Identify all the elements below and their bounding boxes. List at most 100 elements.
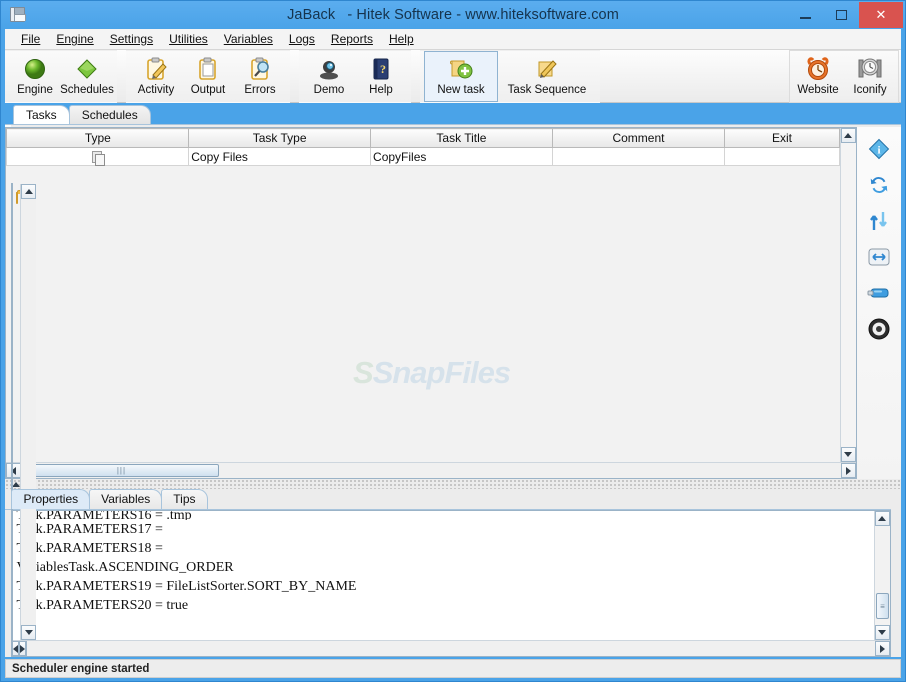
properties-vertical-scrollbar[interactable]: ≡ <box>873 511 890 640</box>
menu-item-settings[interactable]: Settings <box>102 31 161 47</box>
toolbar-group-logs: Activity Output Errors <box>126 50 290 103</box>
tree-scroll-right-button[interactable] <box>19 641 26 656</box>
toolbar-label-website: Website <box>797 84 839 96</box>
table-vertical-scrollbar[interactable] <box>839 128 856 462</box>
toolbar-button-schedules[interactable]: Schedules <box>60 51 114 102</box>
toolbar-button-demo[interactable]: Demo <box>303 51 355 102</box>
resize-horizontal-icon[interactable] <box>866 245 892 269</box>
window-title-app: JaBack <box>287 7 336 23</box>
table-row[interactable]: Copy Files CopyFiles <box>6 147 840 166</box>
property-line: Task.PARAMETERS19 = FileListSorter.SORT_… <box>16 579 357 594</box>
table-scroll-right-button[interactable] <box>840 463 856 478</box>
usb-drive-icon[interactable] <box>866 281 892 305</box>
table-scroll-down-button[interactable] <box>840 447 856 462</box>
column-header-comment[interactable]: Comment <box>551 128 726 148</box>
toolbar-button-activity[interactable]: Activity <box>130 51 182 102</box>
menu-item-utilities[interactable]: Utilities <box>161 31 216 47</box>
menu-item-help[interactable]: Help <box>381 31 422 47</box>
title-bar: JaBack - Hitek Software - www.hiteksoftw… <box>1 1 905 29</box>
menu-item-logs[interactable]: Logs <box>281 31 323 47</box>
tree-scroll-left-button[interactable] <box>12 641 19 656</box>
clipboard-magnifier-icon <box>249 55 271 83</box>
task-table[interactable]: Type Task Type Task Title Comment Exit C… <box>5 127 857 479</box>
cell-comment[interactable] <box>551 147 726 166</box>
menu-item-engine[interactable]: Engine <box>48 31 101 47</box>
cell-task-title[interactable]: CopyFiles <box>370 147 553 166</box>
green-sphere-icon <box>24 55 46 83</box>
cell-task-type[interactable]: Copy Files <box>188 147 372 166</box>
toolbar-label-activity: Activity <box>137 84 175 96</box>
clipboard-pencil-icon <box>145 55 167 83</box>
clipboard-page-icon <box>197 55 219 83</box>
task-grid[interactable]: Type Task Type Task Title Comment Exit C… <box>6 128 840 166</box>
tab-variables[interactable]: Variables <box>89 489 163 509</box>
yellow-pencil-note-icon <box>534 55 560 83</box>
cell-type[interactable] <box>6 147 190 166</box>
tree-content[interactable]: tasks CopyFiles <box>12 184 20 640</box>
minimize-button[interactable] <box>787 2 823 28</box>
table-horizontal-scrollbar[interactable]: ||| <box>6 462 856 478</box>
properties-scroll-grip: ≡ <box>880 601 885 611</box>
tree-scroll-down-button[interactable] <box>21 625 36 640</box>
properties-scroll-right-button[interactable] <box>874 641 890 656</box>
toolbar-button-website[interactable]: Website <box>792 51 844 102</box>
column-header-task-title[interactable]: Task Title <box>370 128 553 148</box>
properties-scroll-up-button[interactable] <box>874 511 890 526</box>
tab-tips[interactable]: Tips <box>161 489 208 509</box>
blue-refresh-icon[interactable] <box>866 173 892 197</box>
tasks-tree[interactable]: tasks CopyFiles <box>11 183 36 657</box>
toolbar-group-help: Demo ? Help <box>299 50 411 103</box>
toolbar-button-iconify[interactable]: Iconify <box>844 51 896 102</box>
properties-body: Task.PARAMETERS16 = .tmp Task.PARAMETERS… <box>11 510 891 657</box>
disc-icon[interactable] <box>866 317 892 341</box>
properties-text-area[interactable]: Task.PARAMETERS16 = .tmp Task.PARAMETERS… <box>12 511 890 640</box>
table-scroll-up-button[interactable] <box>840 128 856 143</box>
menu-item-file[interactable]: File <box>13 31 48 47</box>
tree-scroll-up-button[interactable] <box>21 184 36 199</box>
tree-vertical-scrollbar[interactable] <box>20 184 36 640</box>
info-diamond-icon[interactable]: i <box>866 137 892 161</box>
window-title-subtitle: - Hitek Software - www.hiteksoftware.com <box>347 7 619 23</box>
tab-properties[interactable]: Properties <box>11 489 91 509</box>
toolbar-button-task-sequence[interactable]: Task Sequence <box>498 51 596 102</box>
sort-up-down-icon[interactable] <box>866 209 892 233</box>
toolbar-label-schedules: Schedules <box>60 84 114 96</box>
window-title: JaBack - Hitek Software - www.hiteksoftw… <box>1 7 905 23</box>
toolbar-button-output[interactable]: Output <box>182 51 234 102</box>
menu-item-variables[interactable]: Variables <box>216 31 281 47</box>
property-line: VariablesTask.ASCENDING_ORDER <box>16 560 234 575</box>
table-empty-area <box>6 166 840 462</box>
properties-text[interactable]: Task.PARAMETERS16 = .tmp Task.PARAMETERS… <box>12 511 874 640</box>
close-button[interactable]: ✕ <box>859 2 903 28</box>
menu-label-reports: Reports <box>330 32 373 46</box>
tab-schedules[interactable]: Schedules <box>68 105 151 124</box>
column-header-task-type[interactable]: Task Type <box>188 128 372 148</box>
toolbar-label-new-task: New task <box>437 84 485 96</box>
menu-label-variables: Variables <box>223 32 273 46</box>
toolbar-button-help[interactable]: ? Help <box>355 51 407 102</box>
property-line: Task.PARAMETERS18 = <box>16 541 163 556</box>
toolbar-button-engine[interactable]: Engine <box>9 51 61 102</box>
details-pane: Type Task Type Task Title Comment Exit C… <box>5 125 901 657</box>
table-scroll-thumb[interactable]: ||| <box>23 464 220 477</box>
maximize-button[interactable] <box>823 2 859 28</box>
properties-scroll-down-button[interactable] <box>874 625 890 640</box>
properties-scroll-thumb[interactable]: ≡ <box>875 593 889 619</box>
toolbar-button-errors[interactable]: Errors <box>234 51 286 102</box>
cell-exit[interactable] <box>724 147 840 166</box>
tab-tasks[interactable]: Tasks <box>13 105 70 124</box>
webcam-icon <box>317 55 341 83</box>
table-scroll-grip: ||| <box>116 466 127 475</box>
toolbar-button-new-task[interactable]: New task <box>424 51 498 102</box>
properties-horizontal-scrollbar[interactable] <box>12 640 890 656</box>
content-area: Schedule Edit Refresh <box>5 125 901 657</box>
menu-item-reports[interactable]: Reports <box>323 31 381 47</box>
svg-text:?: ? <box>380 62 386 76</box>
gray-clock-icon <box>857 55 883 83</box>
blue-book-icon: ? <box>371 55 391 83</box>
column-header-type[interactable]: Type <box>6 128 190 148</box>
menu-label-engine: Engine <box>56 32 94 46</box>
green-diamond-icon <box>76 55 98 83</box>
pane-splitter[interactable] <box>5 479 901 489</box>
column-header-exit[interactable]: Exit <box>724 128 840 148</box>
